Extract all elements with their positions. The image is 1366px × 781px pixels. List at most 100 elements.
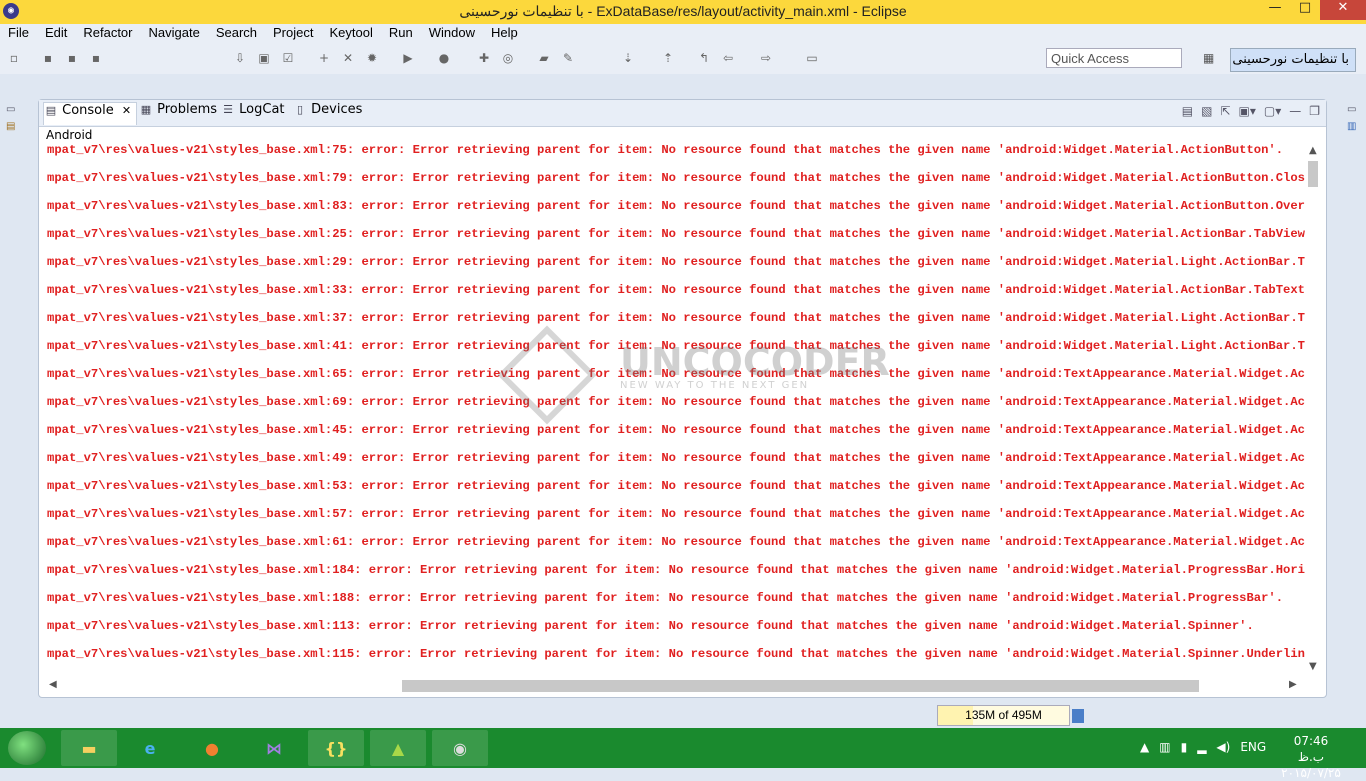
open-console-icon[interactable]: ▢▾ [1264, 104, 1281, 118]
scroll-left-icon[interactable]: ◀ [49, 679, 57, 690]
console-line: mpat_v7\res\values-v21\styles_base.xml:6… [47, 535, 1305, 549]
horizontal-scrollbar[interactable]: ◀ ▶ [39, 676, 1305, 694]
new-android-project-icon[interactable]: + [316, 50, 332, 66]
vertical-scrollbar[interactable]: ▲ ▼ [1305, 143, 1321, 676]
eclipse-app-icon: {} [324, 738, 348, 758]
previous-annotation-icon[interactable]: ⇡ [660, 50, 676, 66]
menu-help[interactable]: Help [483, 24, 526, 44]
title-bar: ◉ با تنظیمات نورحسینی - ExDataBase/res/l… [0, 0, 1366, 24]
open-type-icon[interactable]: ▰ [536, 50, 552, 66]
forward-icon[interactable]: ⇨ [758, 50, 774, 66]
menu-search[interactable]: Search [208, 24, 265, 44]
clear-console-icon[interactable]: ▤ [1182, 104, 1193, 118]
tab-devices[interactable]: ▯ Devices [293, 102, 362, 124]
battery-icon[interactable]: ▮ [1181, 740, 1188, 754]
run-icon[interactable]: ▶ [400, 50, 416, 66]
close-tab-icon[interactable]: ✕ [122, 104, 131, 117]
perspective-button[interactable]: با تنظیمات نورحسینی [1230, 48, 1356, 72]
android-avd-manager-icon[interactable]: ▣ [256, 50, 272, 66]
scroll-lock-icon[interactable]: ▧ [1201, 104, 1212, 118]
outline-icon[interactable]: ▥ [1347, 121, 1356, 132]
maximize-view-icon[interactable]: ❐ [1309, 104, 1320, 118]
menu-edit[interactable]: Edit [37, 24, 75, 44]
console-view: ▤ Console ✕ ▦ Problems ☰ LogCat ▯ Device… [38, 99, 1327, 698]
save-all-icon[interactable]: ▪ [64, 50, 80, 66]
console-line: mpat_v7\res\values-v21\styles_base.xml:2… [47, 227, 1305, 241]
console-line: mpat_v7\res\values-v21\styles_base.xml:6… [47, 367, 1305, 381]
signal-icon[interactable]: ▂ [1197, 740, 1206, 754]
next-annotation-icon[interactable]: ⇣ [620, 50, 636, 66]
android-sdk-button[interactable]: ▲ [370, 730, 426, 766]
language-indicator[interactable]: ENG [1240, 740, 1266, 754]
back-icon[interactable]: ⇦ [720, 50, 736, 66]
restore-icon[interactable]: ▭ [6, 104, 15, 115]
tab-problems[interactable]: ▦ Problems [139, 102, 217, 124]
scroll-up-icon[interactable]: ▲ [1309, 145, 1317, 156]
eclipse-taskbar-button[interactable]: {} [308, 730, 364, 766]
close-button[interactable]: ✕ [1320, 0, 1366, 20]
windows-explorer-button[interactable]: ▬ [61, 730, 117, 766]
last-edit-location-icon[interactable]: ↰ [696, 50, 712, 66]
menu-window[interactable]: Window [421, 24, 483, 44]
pin-console-icon[interactable]: ⇱ [1220, 104, 1230, 118]
new-java-class-icon[interactable]: ◎ [500, 50, 516, 66]
console-line: mpat_v7\res\values-v21\styles_base.xml:5… [47, 507, 1305, 521]
print-icon[interactable]: ▪ [88, 50, 104, 66]
menu-file[interactable]: File [0, 24, 37, 44]
console-line: mpat_v7\res\values-v21\styles_base.xml:5… [47, 479, 1305, 493]
internet-explorer-button[interactable]: e [122, 730, 178, 766]
lint-icon[interactable]: ☑ [280, 50, 296, 66]
console-line: mpat_v7\res\values-v21\styles_base.xml:2… [47, 255, 1305, 269]
minimize-view-icon[interactable]: — [1289, 104, 1301, 118]
visual-studio-button[interactable]: ⋈ [246, 730, 302, 766]
firefox-button[interactable]: ● [184, 730, 240, 766]
console-line: mpat_v7\res\values-v21\styles_base.xml:1… [47, 619, 1254, 633]
screen-recorder-button[interactable]: ◉ [432, 730, 488, 766]
console-line: mpat_v7\res\values-v21\styles_base.xml:3… [47, 311, 1305, 325]
display-console-icon[interactable]: ▣▾ [1238, 104, 1255, 118]
search-tool-icon[interactable]: ✎ [560, 50, 576, 66]
folder-icon: ▬ [81, 738, 97, 758]
menu-keytool[interactable]: Keytool [321, 24, 380, 44]
android-sdk-manager-icon[interactable]: ⇩ [232, 50, 248, 66]
left-trim: ▭ ▤ [6, 104, 15, 132]
start-button[interactable] [8, 731, 46, 765]
console-line: mpat_v7\res\values-v21\styles_base.xml:4… [47, 451, 1305, 465]
garbage-collect-icon[interactable] [1072, 709, 1084, 723]
save-icon[interactable]: ▪ [40, 50, 56, 66]
show-hidden-icons-icon[interactable]: ▲ [1140, 740, 1149, 754]
pin-editor-icon[interactable]: ▭ [804, 50, 820, 66]
console-line: mpat_v7\res\values-v21\styles_base.xml:8… [47, 199, 1305, 213]
clock[interactable]: 07:46 ب.ظ ۲۰۱۵/۰۷/۲۵ [1280, 733, 1342, 781]
maximize-button[interactable]: □ [1290, 0, 1320, 20]
open-perspective-icon[interactable]: ▦ [1203, 51, 1219, 67]
menu-navigate[interactable]: Navigate [141, 24, 208, 44]
console-output[interactable]: mpat_v7\res\values-v21\styles_base.xml:7… [39, 143, 1305, 676]
new-java-package-icon[interactable]: ✚ [476, 50, 492, 66]
console-line: mpat_v7\res\values-v21\styles_base.xml:3… [47, 283, 1305, 297]
view-toolbar: ▤ ▧ ⇱ ▣▾ ▢▾ — ❐ [1182, 104, 1320, 118]
horizontal-scroll-thumb[interactable] [402, 680, 1199, 692]
quick-access-input[interactable]: Quick Access [1046, 48, 1182, 68]
menu-run[interactable]: Run [381, 24, 421, 44]
menu-refactor[interactable]: Refactor [75, 24, 140, 44]
clock-time: 07:46 ب.ظ [1293, 734, 1329, 764]
scroll-down-icon[interactable]: ▼ [1309, 661, 1317, 672]
menu-project[interactable]: Project [265, 24, 321, 44]
network-icon[interactable]: ▥ [1159, 740, 1170, 754]
scroll-right-icon[interactable]: ▶ [1289, 679, 1297, 690]
minimized-view-icon[interactable]: ▤ [6, 121, 15, 132]
external-tools-icon[interactable]: ● [436, 50, 452, 66]
internet-explorer-icon: e [144, 738, 156, 758]
debug-icon[interactable]: ✹ [364, 50, 380, 66]
volume-icon[interactable]: ◀) [1216, 740, 1230, 754]
restore-right-icon[interactable]: ▭ [1347, 104, 1356, 115]
console-line: mpat_v7\res\values-v21\styles_base.xml:4… [47, 339, 1305, 353]
tab-console[interactable]: ▤ Console ✕ [43, 102, 137, 125]
vertical-scroll-thumb[interactable] [1308, 161, 1318, 187]
tab-logcat[interactable]: ☰ LogCat [221, 102, 284, 124]
debug-tool-icon[interactable]: ✕ [340, 50, 356, 66]
minimize-button[interactable]: — [1260, 0, 1290, 20]
heap-status[interactable]: 135M of 495M [937, 705, 1070, 726]
new-icon[interactable]: ▫ [6, 50, 22, 66]
